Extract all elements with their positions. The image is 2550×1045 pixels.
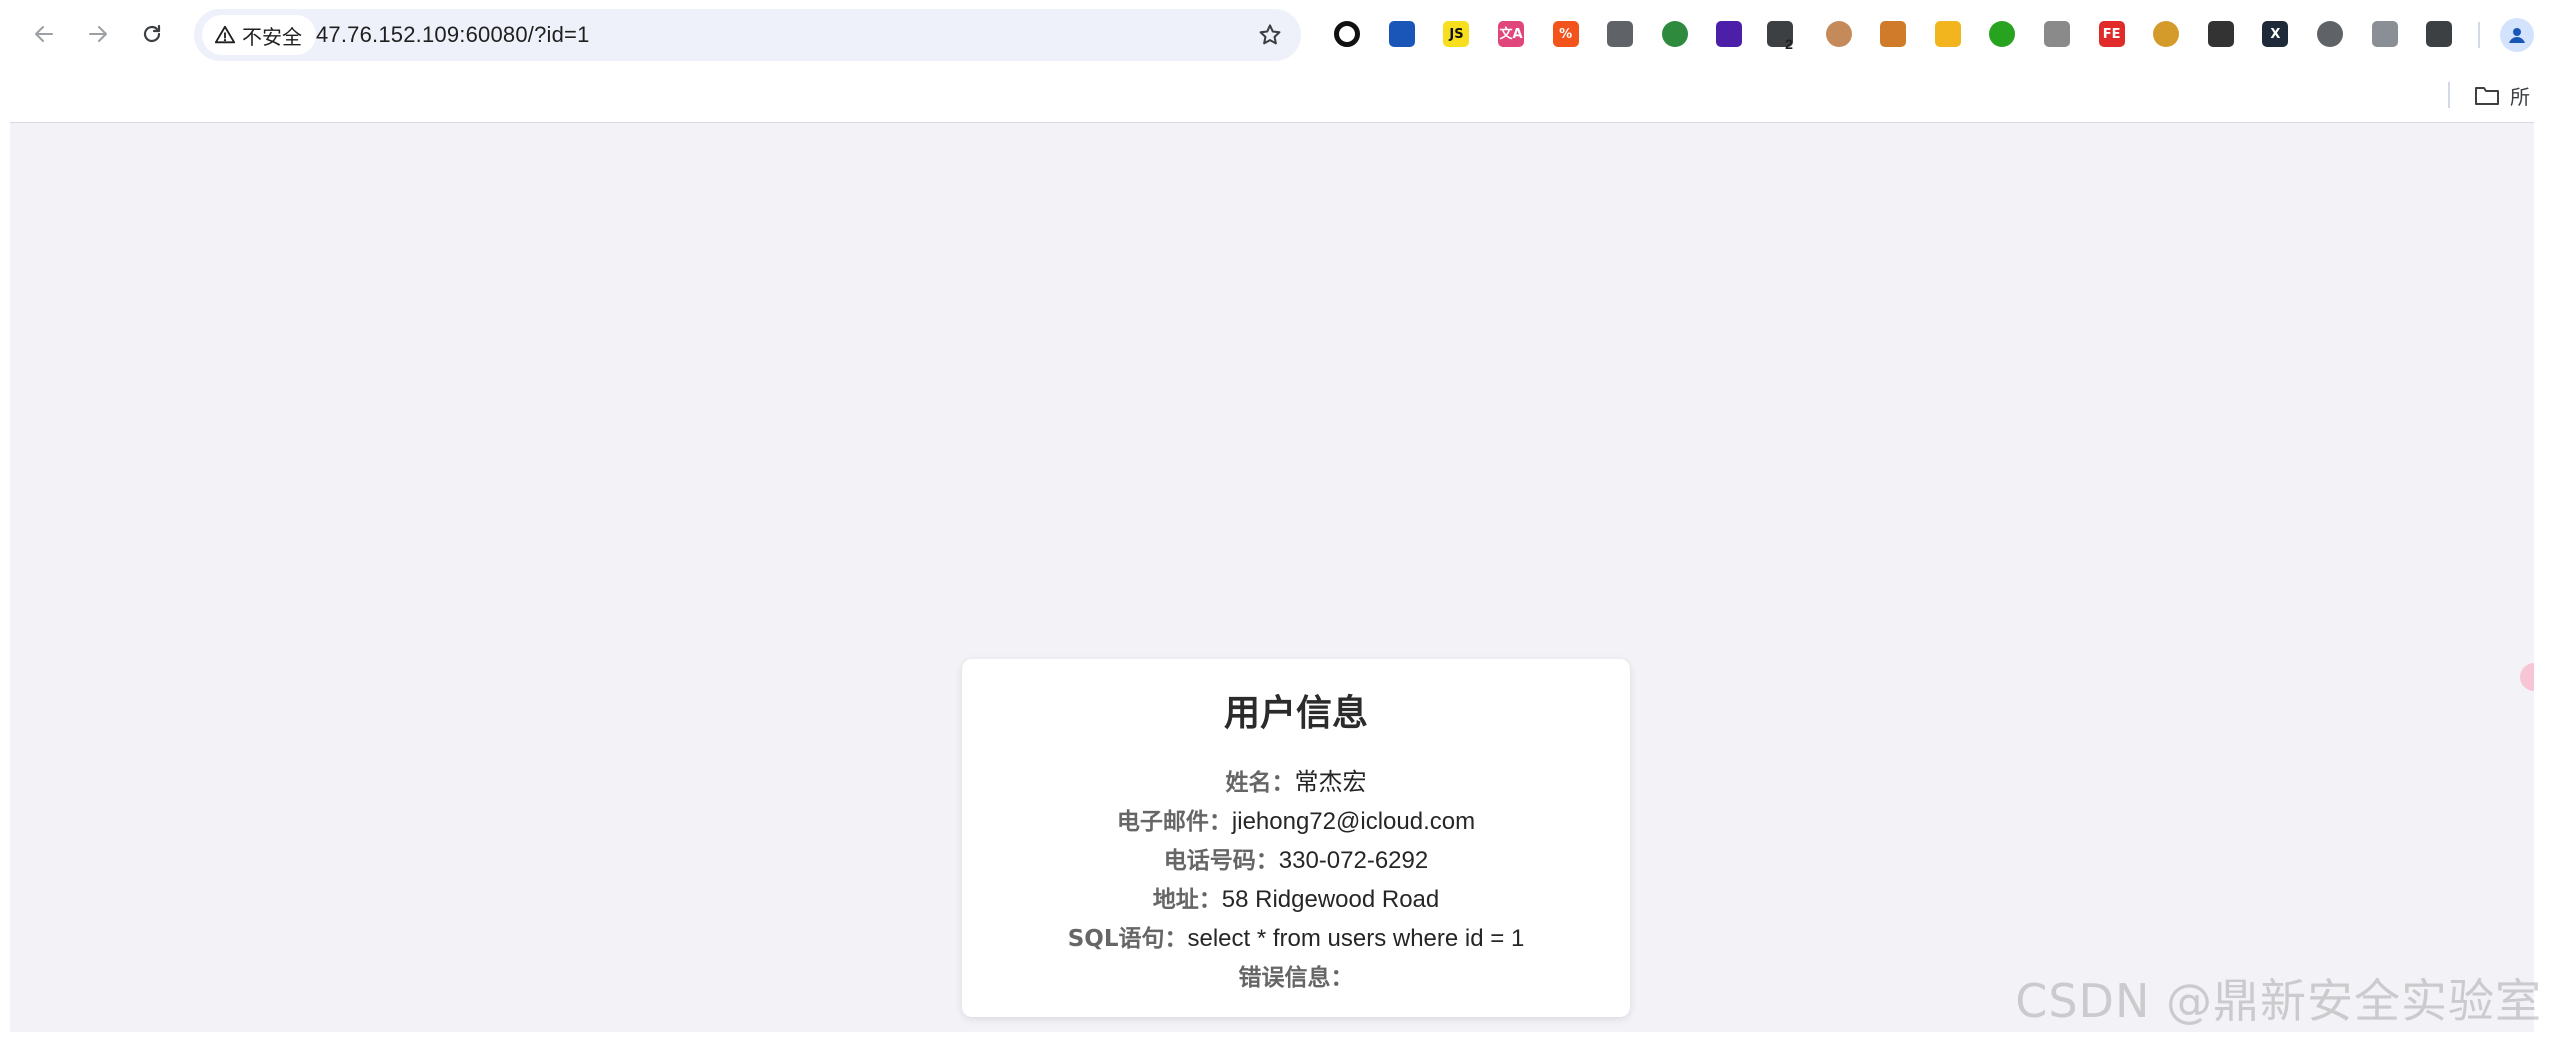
translate-icon: 文A [1498,21,1525,47]
email-label: 电子邮件： [1116,809,1232,835]
bow-icon [2153,21,2180,47]
info-row-sql: SQL语句：select * from users where id = 1 [962,919,1630,958]
arrow-right-icon [89,26,107,42]
address-bar[interactable]: 不安全 47.76.152.109:60080/?id=1 [194,9,1301,61]
extension-button-4[interactable]: % [1538,14,1593,54]
extension-button-14[interactable]: FE [2084,14,2139,54]
copy-icon [2316,21,2343,47]
info-row-phone: 电话号码：330-072-6292 [962,841,1630,880]
extension-button-10[interactable] [1866,14,1921,54]
extension-button-18[interactable] [2303,14,2358,54]
card-title: 用户信息 [1223,693,1368,734]
name-value: 常杰宏 [1294,769,1367,796]
extensions-area: JS 文A% 2 FE X [1320,14,2466,54]
extension-button-3[interactable]: 文A [1484,14,1539,54]
link-icon [2371,21,2398,47]
extension-button-15[interactable] [2139,14,2194,54]
extension-badge: 2 [1785,36,1793,52]
vue-icon [2044,21,2071,47]
extension-button-20[interactable] [2412,14,2467,54]
extension-label: % [1559,26,1573,42]
fe-icon: FE [2098,21,2125,47]
address-label: 地址： [1152,887,1222,913]
phone-value: 330-072-6292 [1278,847,1429,874]
browser-window: 不安全 47.76.152.109:60080/?id=1 JS 文A% 2 FE X … [0,0,2550,1045]
extension-button-2[interactable]: JS [1429,14,1484,54]
sql-label: SQL语句： [1067,926,1188,952]
layers-icon [1716,21,1743,47]
extension-button-7[interactable] [1702,14,1757,54]
watermark: CSDN @鼎新安全实验室 [2015,974,2542,1028]
warning-icon [214,25,236,44]
all-bookmarks-button[interactable]: 所 [2474,78,2530,112]
bookmarks-divider [2448,82,2450,108]
diamond-icon [1825,21,1852,47]
extension-button-13[interactable] [2030,14,2085,54]
info-row-address: 地址：58 Ridgewood Road [962,880,1630,919]
extension-button-17[interactable]: X [2248,14,2303,54]
extension-button-0[interactable] [1320,14,1375,54]
extension-label: JS [1449,26,1464,42]
globe-icon [1989,21,2016,47]
extension-label: FE [2102,26,2121,42]
planet-icon [2207,21,2234,47]
info-row-error: 错误信息： [962,958,1630,997]
star-icon[interactable] [1257,22,1283,48]
address-value: 58 Ridgewood Road [1221,886,1440,913]
url-text[interactable]: 47.76.152.109:60080/?id=1 [316,9,590,61]
profile-button[interactable] [2500,18,2534,52]
extension-button-5[interactable] [1593,14,1648,54]
reload-icon [143,24,161,43]
extension-button-9[interactable] [1811,14,1866,54]
forward-button[interactable] [78,14,118,54]
browser-toolbar: 不安全 47.76.152.109:60080/?id=1 JS 文A% 2 FE X [0,0,2550,72]
extensions-puzzle-icon [2426,21,2453,47]
cookie-icon [1880,21,1907,47]
puzzle-person-icon [1607,21,1634,47]
name-label: 姓名： [1225,770,1295,796]
x-icon: X [2262,21,2289,47]
all-bookmarks-label: 所 [2510,86,2530,109]
extension-button-19[interactable] [2357,14,2412,54]
toolbar-divider [2478,22,2480,48]
percent-icon: % [1552,21,1579,47]
folder-icon [2475,87,2499,105]
arrow-left-icon [35,26,53,42]
user-info-card: 用户信息 姓名：常杰宏 电子邮件：jiehong72@icloud.com 电话… [962,659,1630,1017]
bookmarks-bar: 所 [0,72,2550,122]
extension-button-6[interactable] [1648,14,1703,54]
extension-label: X [2270,26,2281,42]
circle-ring-icon [1334,21,1361,47]
extension-button-8[interactable]: 2 [1757,14,1812,54]
moon-icon [1934,21,1961,47]
extension-button-12[interactable] [1975,14,2030,54]
add-pin-icon [1661,21,1688,47]
person-icon [2509,28,2525,43]
extension-label: 文A [1499,26,1523,42]
info-row-email: 电子邮件：jiehong72@icloud.com [962,802,1630,841]
side-floating-badge[interactable] [2520,663,2534,691]
back-button[interactable] [24,14,64,54]
extension-button-11[interactable] [1921,14,1976,54]
info-row-name: 姓名：常杰宏 [962,763,1630,802]
extension-button-1[interactable] [1375,14,1430,54]
phone-label: 电话号码： [1163,848,1279,874]
triangle-a-icon [1388,21,1415,47]
js-icon: JS [1443,21,1470,47]
reload-button[interactable] [132,14,172,54]
extension-button-16[interactable] [2194,14,2249,54]
sql-value: select * from users where id = 1 [1187,925,1525,952]
email-value: jiehong72@icloud.com [1231,808,1476,835]
security-label: 不安全 [242,26,302,49]
page-content: 用户信息 姓名：常杰宏 电子邮件：jiehong72@icloud.com 电话… [10,123,2534,1032]
security-indicator[interactable]: 不安全 [202,15,316,55]
error-label: 错误信息： [1238,965,1354,991]
